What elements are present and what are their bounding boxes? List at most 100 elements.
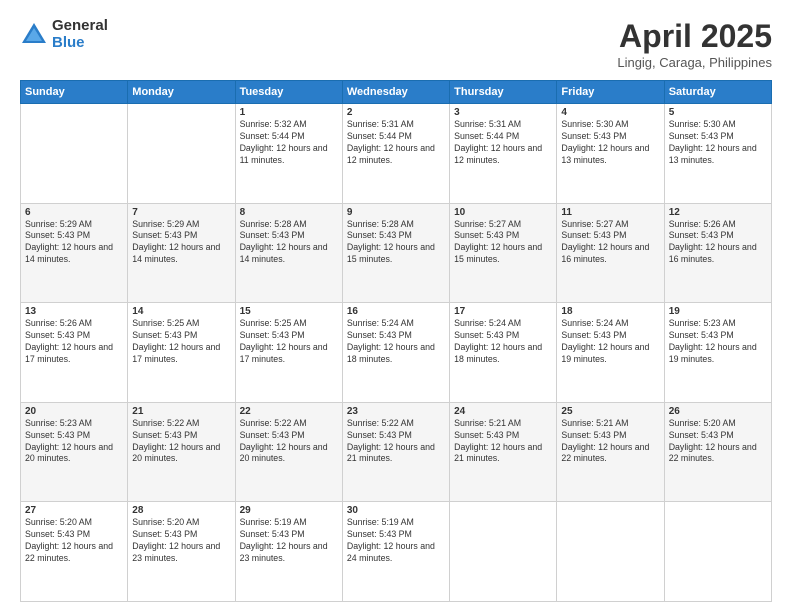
cell-info-text: Sunrise: 5:29 AM Sunset: 5:43 PM Dayligh… bbox=[132, 219, 230, 267]
cell-date-number: 20 bbox=[25, 406, 123, 417]
calendar: Sunday Monday Tuesday Wednesday Thursday… bbox=[20, 80, 772, 602]
cell-date-number: 4 bbox=[561, 107, 659, 118]
calendar-cell: 5Sunrise: 5:30 AM Sunset: 5:43 PM Daylig… bbox=[664, 104, 771, 204]
cell-date-number: 9 bbox=[347, 207, 445, 218]
cell-date-number: 2 bbox=[347, 107, 445, 118]
calendar-cell: 11Sunrise: 5:27 AM Sunset: 5:43 PM Dayli… bbox=[557, 203, 664, 303]
calendar-cell: 6Sunrise: 5:29 AM Sunset: 5:43 PM Daylig… bbox=[21, 203, 128, 303]
cell-date-number: 29 bbox=[240, 505, 338, 516]
cell-info-text: Sunrise: 5:24 AM Sunset: 5:43 PM Dayligh… bbox=[347, 318, 445, 366]
calendar-cell bbox=[21, 104, 128, 204]
calendar-cell bbox=[128, 104, 235, 204]
calendar-cell bbox=[557, 502, 664, 602]
calendar-cell: 19Sunrise: 5:23 AM Sunset: 5:43 PM Dayli… bbox=[664, 303, 771, 403]
logo-blue-text: Blue bbox=[52, 35, 108, 52]
calendar-cell: 15Sunrise: 5:25 AM Sunset: 5:43 PM Dayli… bbox=[235, 303, 342, 403]
cell-date-number: 30 bbox=[347, 505, 445, 516]
cell-info-text: Sunrise: 5:29 AM Sunset: 5:43 PM Dayligh… bbox=[25, 219, 123, 267]
cell-date-number: 24 bbox=[454, 406, 552, 417]
calendar-cell: 21Sunrise: 5:22 AM Sunset: 5:43 PM Dayli… bbox=[128, 402, 235, 502]
calendar-cell: 18Sunrise: 5:24 AM Sunset: 5:43 PM Dayli… bbox=[557, 303, 664, 403]
cell-info-text: Sunrise: 5:22 AM Sunset: 5:43 PM Dayligh… bbox=[132, 418, 230, 466]
cell-info-text: Sunrise: 5:30 AM Sunset: 5:43 PM Dayligh… bbox=[561, 119, 659, 167]
calendar-cell: 29Sunrise: 5:19 AM Sunset: 5:43 PM Dayli… bbox=[235, 502, 342, 602]
title-block: April 2025 Lingig, Caraga, Philippines bbox=[617, 18, 772, 70]
logo-general-text: General bbox=[52, 18, 108, 35]
cell-date-number: 13 bbox=[25, 306, 123, 317]
calendar-cell: 26Sunrise: 5:20 AM Sunset: 5:43 PM Dayli… bbox=[664, 402, 771, 502]
main-title: April 2025 bbox=[617, 18, 772, 55]
cell-info-text: Sunrise: 5:20 AM Sunset: 5:43 PM Dayligh… bbox=[132, 517, 230, 565]
cell-info-text: Sunrise: 5:30 AM Sunset: 5:43 PM Dayligh… bbox=[669, 119, 767, 167]
cell-info-text: Sunrise: 5:31 AM Sunset: 5:44 PM Dayligh… bbox=[454, 119, 552, 167]
calendar-cell: 28Sunrise: 5:20 AM Sunset: 5:43 PM Dayli… bbox=[128, 502, 235, 602]
cell-date-number: 21 bbox=[132, 406, 230, 417]
cell-info-text: Sunrise: 5:28 AM Sunset: 5:43 PM Dayligh… bbox=[347, 219, 445, 267]
header-saturday: Saturday bbox=[664, 81, 771, 104]
day-headers-row: Sunday Monday Tuesday Wednesday Thursday… bbox=[21, 81, 772, 104]
cell-info-text: Sunrise: 5:26 AM Sunset: 5:43 PM Dayligh… bbox=[25, 318, 123, 366]
cell-info-text: Sunrise: 5:31 AM Sunset: 5:44 PM Dayligh… bbox=[347, 119, 445, 167]
header-friday: Friday bbox=[557, 81, 664, 104]
cell-date-number: 10 bbox=[454, 207, 552, 218]
cell-info-text: Sunrise: 5:27 AM Sunset: 5:43 PM Dayligh… bbox=[561, 219, 659, 267]
calendar-cell: 3Sunrise: 5:31 AM Sunset: 5:44 PM Daylig… bbox=[450, 104, 557, 204]
cell-date-number: 18 bbox=[561, 306, 659, 317]
subtitle: Lingig, Caraga, Philippines bbox=[617, 55, 772, 70]
cell-info-text: Sunrise: 5:25 AM Sunset: 5:43 PM Dayligh… bbox=[132, 318, 230, 366]
calendar-cell: 10Sunrise: 5:27 AM Sunset: 5:43 PM Dayli… bbox=[450, 203, 557, 303]
page: General Blue April 2025 Lingig, Caraga, … bbox=[0, 0, 792, 612]
calendar-cell bbox=[664, 502, 771, 602]
cell-date-number: 11 bbox=[561, 207, 659, 218]
header: General Blue April 2025 Lingig, Caraga, … bbox=[20, 18, 772, 70]
calendar-week-5: 27Sunrise: 5:20 AM Sunset: 5:43 PM Dayli… bbox=[21, 502, 772, 602]
calendar-week-4: 20Sunrise: 5:23 AM Sunset: 5:43 PM Dayli… bbox=[21, 402, 772, 502]
calendar-cell: 2Sunrise: 5:31 AM Sunset: 5:44 PM Daylig… bbox=[342, 104, 449, 204]
header-thursday: Thursday bbox=[450, 81, 557, 104]
cell-date-number: 26 bbox=[669, 406, 767, 417]
header-sunday: Sunday bbox=[21, 81, 128, 104]
cell-info-text: Sunrise: 5:28 AM Sunset: 5:43 PM Dayligh… bbox=[240, 219, 338, 267]
calendar-cell: 20Sunrise: 5:23 AM Sunset: 5:43 PM Dayli… bbox=[21, 402, 128, 502]
cell-date-number: 1 bbox=[240, 107, 338, 118]
cell-info-text: Sunrise: 5:24 AM Sunset: 5:43 PM Dayligh… bbox=[561, 318, 659, 366]
header-tuesday: Tuesday bbox=[235, 81, 342, 104]
calendar-cell: 30Sunrise: 5:19 AM Sunset: 5:43 PM Dayli… bbox=[342, 502, 449, 602]
calendar-cell: 17Sunrise: 5:24 AM Sunset: 5:43 PM Dayli… bbox=[450, 303, 557, 403]
cell-info-text: Sunrise: 5:23 AM Sunset: 5:43 PM Dayligh… bbox=[669, 318, 767, 366]
cell-date-number: 16 bbox=[347, 306, 445, 317]
calendar-cell: 24Sunrise: 5:21 AM Sunset: 5:43 PM Dayli… bbox=[450, 402, 557, 502]
cell-info-text: Sunrise: 5:25 AM Sunset: 5:43 PM Dayligh… bbox=[240, 318, 338, 366]
cell-info-text: Sunrise: 5:24 AM Sunset: 5:43 PM Dayligh… bbox=[454, 318, 552, 366]
calendar-cell: 25Sunrise: 5:21 AM Sunset: 5:43 PM Dayli… bbox=[557, 402, 664, 502]
calendar-week-3: 13Sunrise: 5:26 AM Sunset: 5:43 PM Dayli… bbox=[21, 303, 772, 403]
calendar-cell: 7Sunrise: 5:29 AM Sunset: 5:43 PM Daylig… bbox=[128, 203, 235, 303]
cell-info-text: Sunrise: 5:26 AM Sunset: 5:43 PM Dayligh… bbox=[669, 219, 767, 267]
cell-info-text: Sunrise: 5:22 AM Sunset: 5:43 PM Dayligh… bbox=[240, 418, 338, 466]
header-monday: Monday bbox=[128, 81, 235, 104]
calendar-cell bbox=[450, 502, 557, 602]
cell-date-number: 8 bbox=[240, 207, 338, 218]
cell-info-text: Sunrise: 5:20 AM Sunset: 5:43 PM Dayligh… bbox=[25, 517, 123, 565]
calendar-body: 1Sunrise: 5:32 AM Sunset: 5:44 PM Daylig… bbox=[21, 104, 772, 602]
header-wednesday: Wednesday bbox=[342, 81, 449, 104]
cell-date-number: 22 bbox=[240, 406, 338, 417]
cell-info-text: Sunrise: 5:27 AM Sunset: 5:43 PM Dayligh… bbox=[454, 219, 552, 267]
cell-date-number: 23 bbox=[347, 406, 445, 417]
cell-date-number: 3 bbox=[454, 107, 552, 118]
calendar-cell: 27Sunrise: 5:20 AM Sunset: 5:43 PM Dayli… bbox=[21, 502, 128, 602]
calendar-cell: 4Sunrise: 5:30 AM Sunset: 5:43 PM Daylig… bbox=[557, 104, 664, 204]
calendar-cell: 16Sunrise: 5:24 AM Sunset: 5:43 PM Dayli… bbox=[342, 303, 449, 403]
cell-info-text: Sunrise: 5:32 AM Sunset: 5:44 PM Dayligh… bbox=[240, 119, 338, 167]
cell-date-number: 14 bbox=[132, 306, 230, 317]
logo: General Blue bbox=[20, 18, 108, 51]
logo-icon bbox=[20, 21, 48, 49]
calendar-cell: 14Sunrise: 5:25 AM Sunset: 5:43 PM Dayli… bbox=[128, 303, 235, 403]
calendar-header: Sunday Monday Tuesday Wednesday Thursday… bbox=[21, 81, 772, 104]
calendar-cell: 13Sunrise: 5:26 AM Sunset: 5:43 PM Dayli… bbox=[21, 303, 128, 403]
calendar-week-1: 1Sunrise: 5:32 AM Sunset: 5:44 PM Daylig… bbox=[21, 104, 772, 204]
cell-info-text: Sunrise: 5:19 AM Sunset: 5:43 PM Dayligh… bbox=[347, 517, 445, 565]
calendar-cell: 8Sunrise: 5:28 AM Sunset: 5:43 PM Daylig… bbox=[235, 203, 342, 303]
cell-date-number: 25 bbox=[561, 406, 659, 417]
cell-date-number: 5 bbox=[669, 107, 767, 118]
